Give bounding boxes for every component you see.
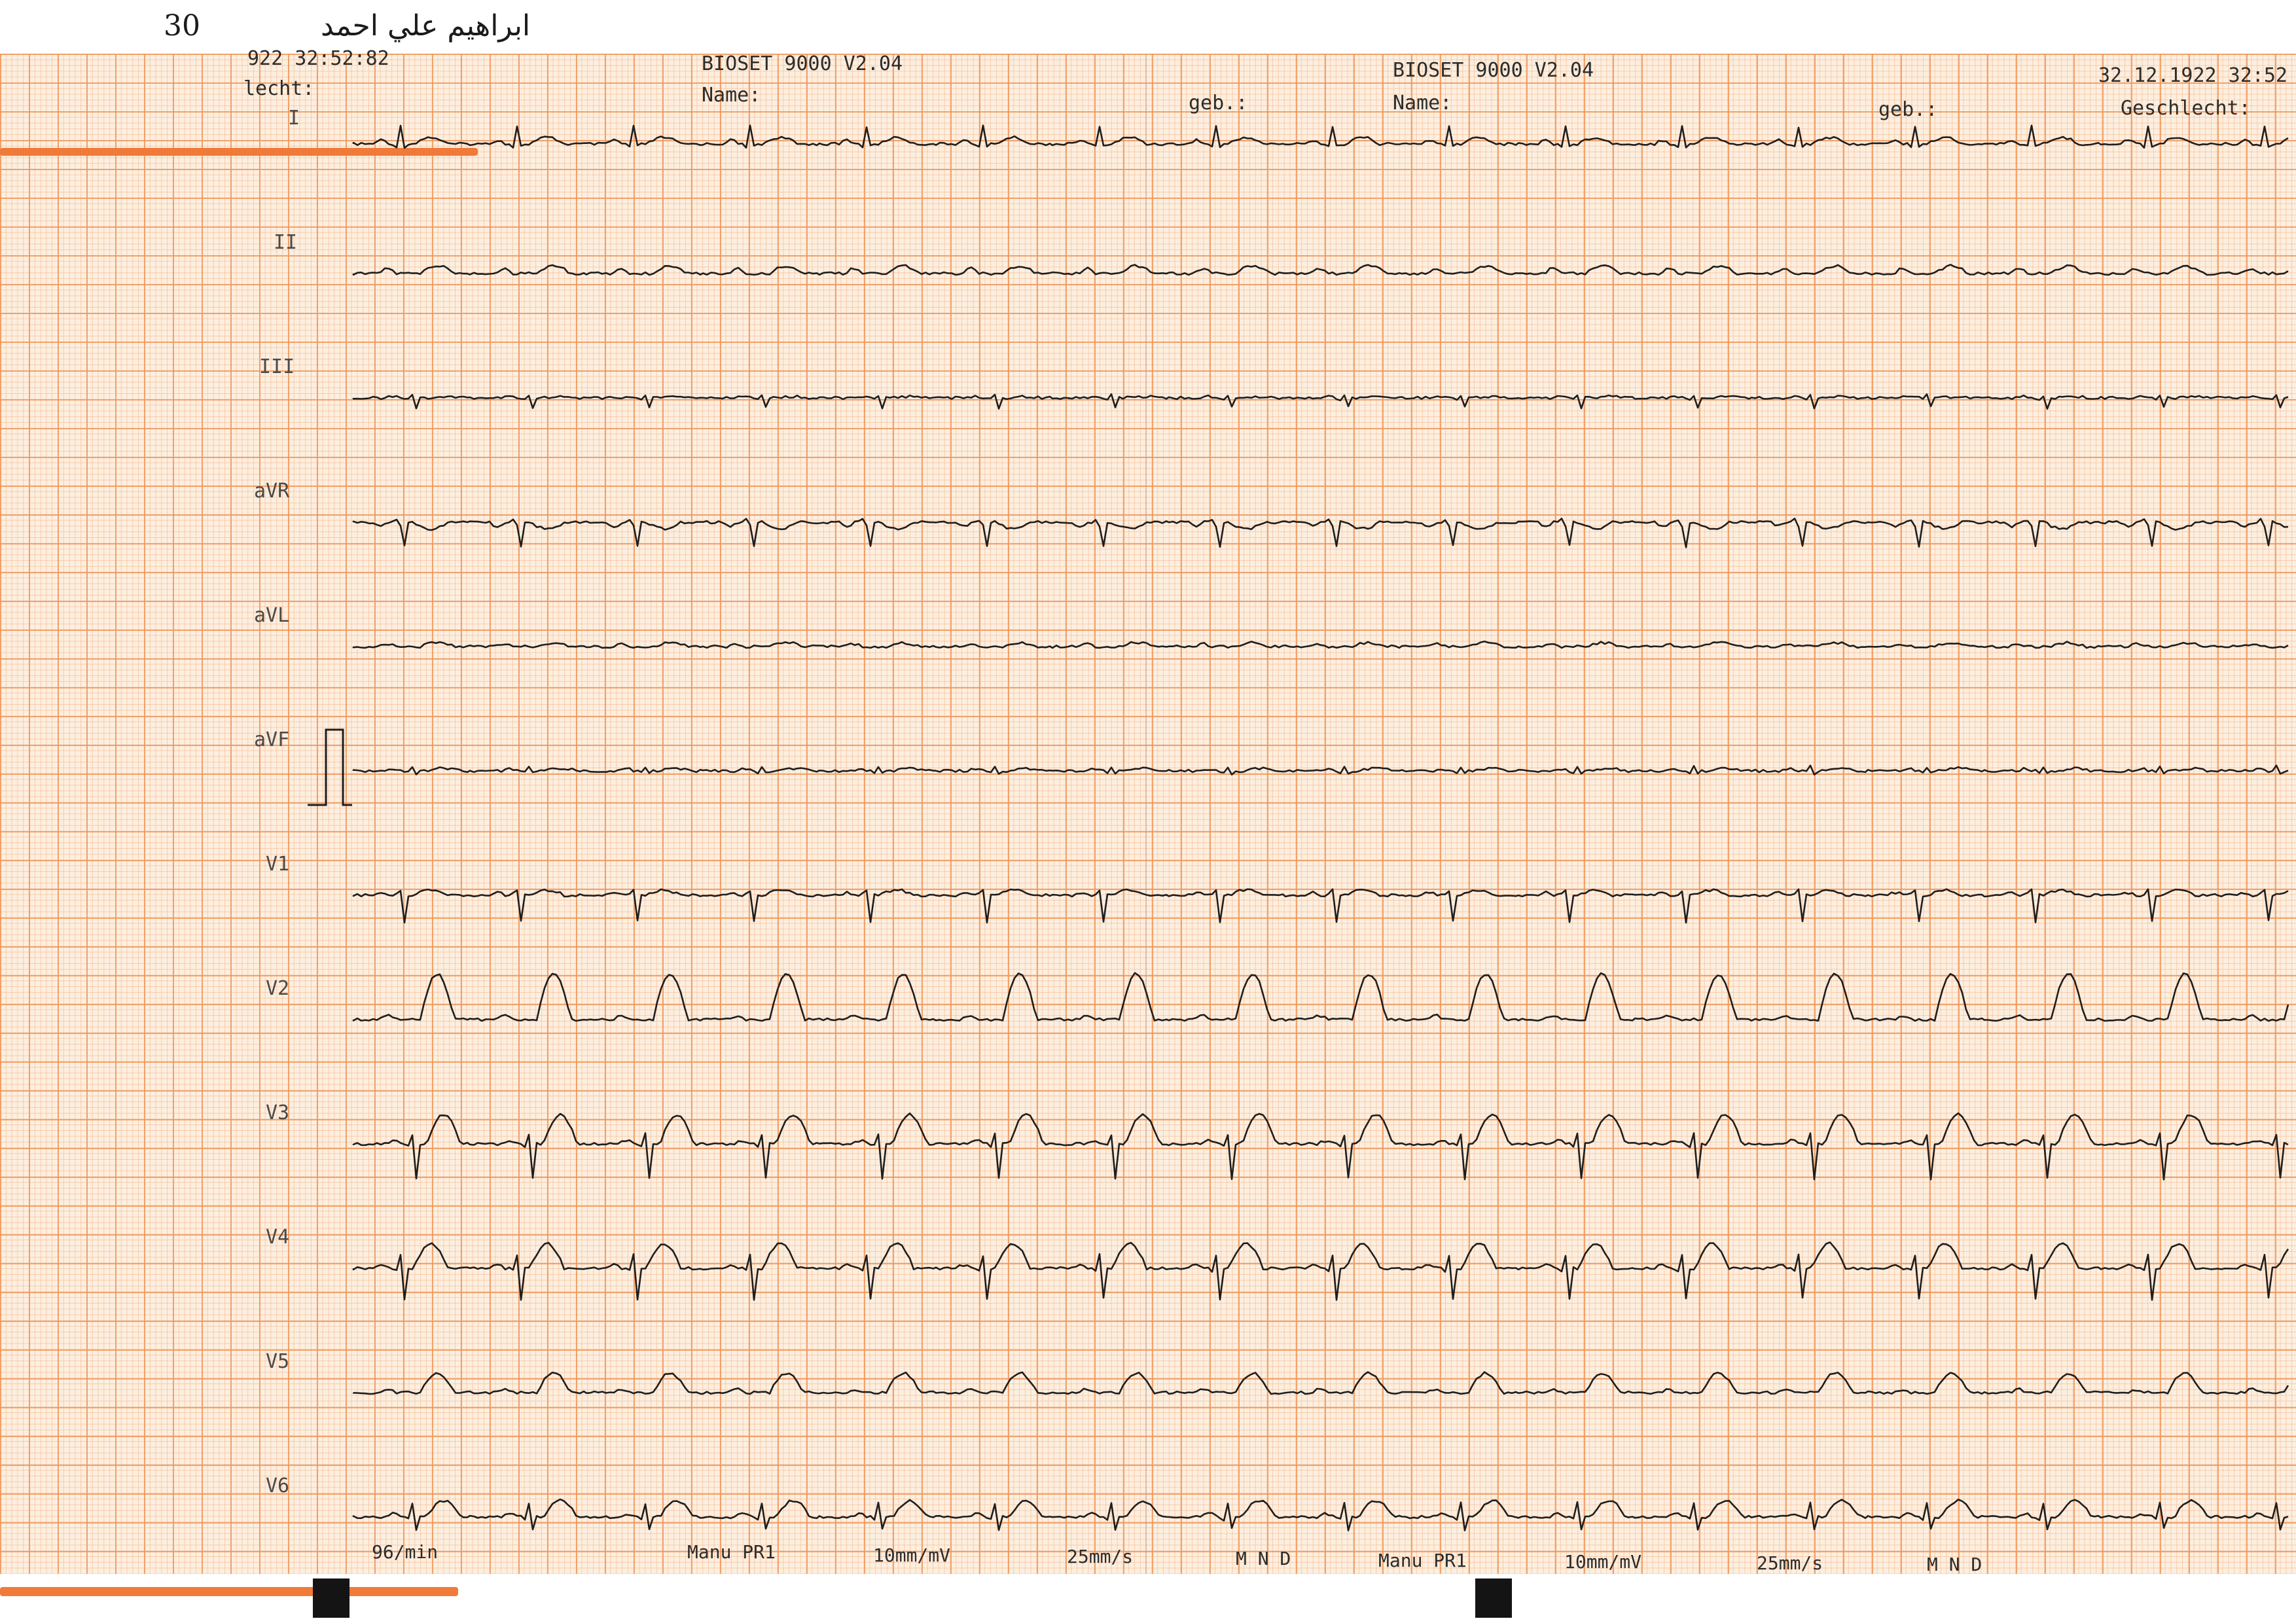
ecg-trace-lead-avf bbox=[352, 764, 2289, 776]
ecg-trace-lead-v6 bbox=[352, 1498, 2289, 1531]
ecg-sheet: 30 ابراهيم علي احمد 922 32:52:82 lecht: … bbox=[0, 0, 2296, 1623]
ecg-trace-lead-v1 bbox=[352, 888, 2289, 924]
ecg-trace-lead-i bbox=[352, 124, 2289, 149]
ecg-trace-lead-ii bbox=[352, 264, 2289, 276]
ecg-trace-lead-avr bbox=[352, 518, 2289, 548]
ecg-trace-lead-v3 bbox=[352, 1112, 2289, 1181]
ecg-traces bbox=[308, 124, 2289, 1531]
ecg-trace-lead-v4 bbox=[352, 1241, 2289, 1301]
ecg-trace-lead-v2 bbox=[352, 972, 2289, 1022]
ecg-trace-lead-avl bbox=[352, 640, 2289, 649]
ecg-trace-lead-iii bbox=[352, 393, 2289, 410]
calibration-pulse bbox=[308, 728, 352, 806]
ecg-trace-lead-v5 bbox=[352, 1371, 2289, 1395]
